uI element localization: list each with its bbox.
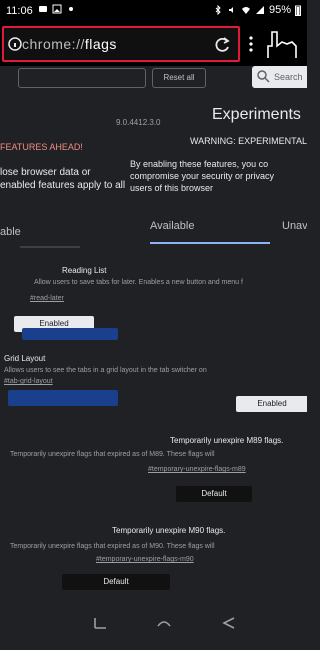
flag-select[interactable]: Default [62,574,170,590]
back-icon[interactable] [220,614,238,632]
tab-available-left[interactable]: able [0,226,21,238]
flag-link[interactable]: #read-later [30,295,64,302]
flag-select-shadow [8,390,118,406]
battery-percent: 95% [268,4,291,16]
warning-line: By enabling these features, you co [130,159,269,169]
browser-toolbar: chrome://flags [0,24,307,66]
tab-available[interactable]: Available [150,220,194,232]
tab-bar: able Available Unav [0,216,307,248]
search-field[interactable]: Search [252,66,307,88]
warning-line: enabled features apply to all [0,180,126,191]
home-icon[interactable] [154,614,174,632]
flag-description: Allows users to see the tabs in a grid l… [4,367,207,374]
url-scheme: chrome:// [22,36,85,52]
warning-text: FEATURES AHEAD! [0,142,83,152]
warning-heading: WARNING: EXPERIMENTAL [190,136,307,146]
version-text: 9.0.4412.3.0 [116,118,161,127]
flags-page: Reset all Search 9.0.4412.3.0 Experiment… [0,66,307,600]
flag-description: Temporarily unexpire flags that expired … [10,543,215,550]
search-flags-input[interactable] [18,68,146,88]
flag-link[interactable]: #temporary-unexpire-flags-m89 [148,466,246,473]
bluetooth-icon [215,5,221,15]
flag-select[interactable]: Default [176,486,252,502]
pointing-hand-icon [267,31,297,58]
clock: 11:06 [6,5,33,17]
flag-link[interactable]: #tab-grid-layout [4,378,53,385]
address-bar[interactable]: chrome://flags [2,26,240,62]
refresh-icon[interactable] [212,35,232,55]
notification-dot-icon [69,7,73,11]
flag-title: Grid Layout [4,354,46,363]
url-host: flags [84,36,117,52]
flag-title: Temporarily unexpire M89 flags. [170,436,284,445]
warning-line: compromise your security or privacy [130,171,275,181]
tab-indicator-secondary [20,246,80,248]
navigation-bar [0,600,307,650]
battery-icon [295,5,301,16]
page-title: Experiments [212,106,301,123]
search-row: Reset all Search [0,66,307,92]
recents-icon[interactable] [92,614,110,632]
flag-select-shadow [22,328,118,340]
flag-link[interactable]: #temporary-unexpire-flags-m90 [96,556,194,563]
warning-line: lose browser data or [0,167,91,178]
more-options-icon[interactable] [248,35,254,53]
status-bar: 11:06 95% [0,0,307,24]
flag-title: Reading List [62,266,107,275]
warning-body-right: By enabling these features, you co compr… [130,158,274,194]
flag-title: Temporarily unexpire M90 flags. [112,526,226,535]
wifi-icon [241,7,250,14]
search-placeholder: Search [274,72,303,82]
search-icon [257,70,270,83]
tab-unavailable[interactable]: Unav [282,220,307,232]
mute-icon [228,7,233,13]
gallery-icon [52,4,62,14]
message-icon [39,6,47,12]
url-text[interactable]: chrome://flags [22,36,117,52]
tab-indicator [150,242,270,244]
flag-description: Allow users to save tabs for later. Enab… [34,279,243,286]
flag-description: Temporarily unexpire flags that expired … [10,451,215,458]
flag-select[interactable]: Enabled [236,396,307,412]
warning-line: users of this browser [130,183,214,193]
reset-all-button[interactable]: Reset all [152,68,206,88]
signal-icon [255,6,264,14]
warning-body-left: lose browser data or enabled features ap… [0,166,125,192]
